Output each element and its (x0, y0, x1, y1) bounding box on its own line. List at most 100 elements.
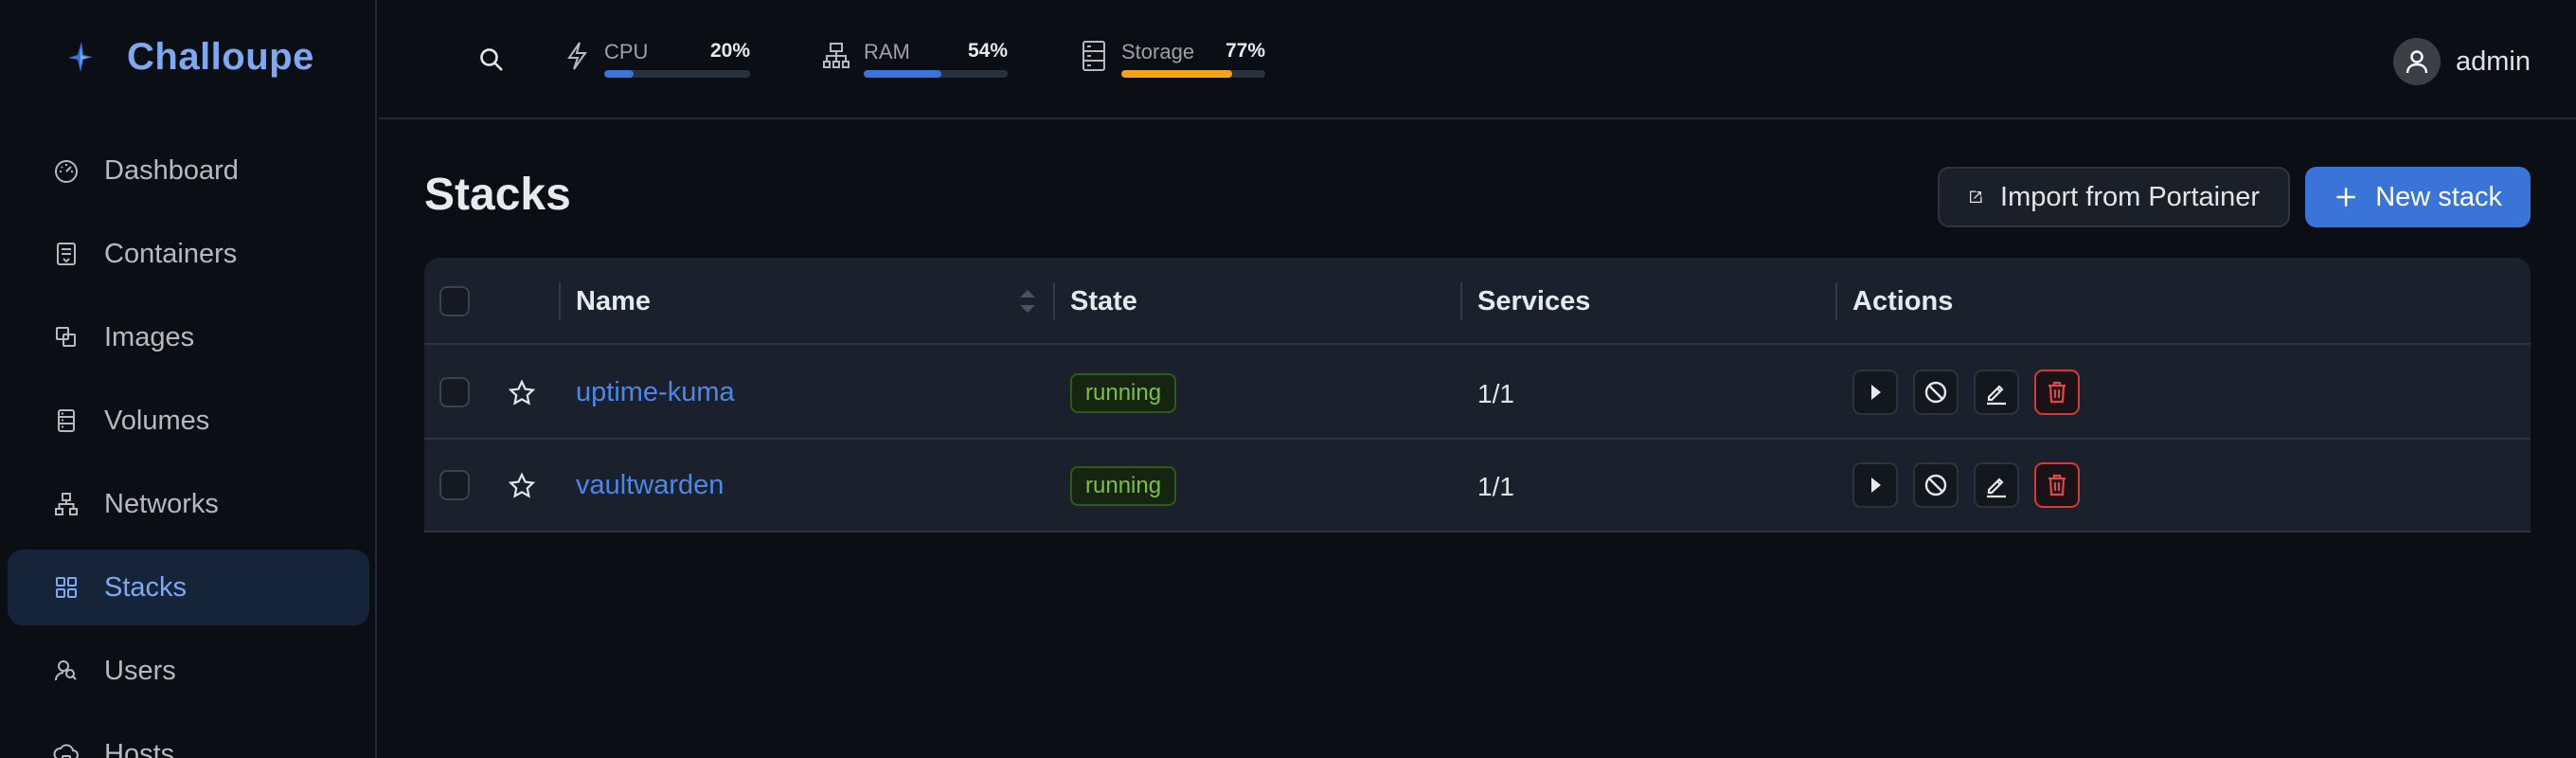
storage-progress-bar (1121, 70, 1265, 78)
sidebar-item-networks[interactable]: Networks (8, 466, 369, 542)
column-header-services: Services (1477, 286, 1591, 316)
sidebar-item-label: Networks (104, 488, 219, 519)
plus-icon (2336, 188, 2355, 207)
progress-fill (1121, 70, 1233, 78)
table-header: Name State Services Actions (424, 258, 2531, 345)
edit-button[interactable] (1974, 462, 2019, 508)
sidebar-item-hosts[interactable]: Hosts (8, 716, 369, 758)
services-count: 1/1 (1477, 472, 1514, 501)
storage-icon (1078, 38, 1110, 74)
sidebar-item-dashboard[interactable]: Dashboard (8, 133, 369, 208)
network-icon (51, 489, 81, 519)
column-header-actions: Actions (1852, 286, 1954, 316)
sidebar-item-label: Images (104, 321, 195, 352)
grid-icon (51, 572, 81, 603)
import-portainer-button[interactable]: Import from Portainer (1938, 167, 2290, 227)
star-icon[interactable] (508, 472, 536, 500)
row-checkbox[interactable] (439, 470, 470, 500)
column-divider (1835, 282, 1837, 320)
sidebar-item-label: Containers (104, 238, 238, 269)
column-divider (1053, 282, 1055, 320)
ban-icon (1924, 474, 1947, 496)
sidebar-item-label: Dashboard (104, 154, 239, 186)
storage-metric: Storage 77% (1078, 36, 1265, 83)
sidebar-item-label: Hosts (104, 738, 175, 758)
play-icon (1871, 478, 1881, 493)
stack-name-link[interactable]: uptime-kuma (576, 377, 735, 408)
metric-value: 20% (709, 40, 750, 62)
sidebar-item-label: Volumes (104, 405, 210, 436)
bolt-icon (561, 38, 593, 74)
app-name: Challoupe (127, 35, 314, 78)
import-button-label: Import from Portainer (2000, 181, 2260, 212)
column-header-name[interactable]: Name (576, 286, 651, 317)
edit-icon (1987, 478, 2006, 498)
volume-icon (51, 406, 81, 436)
new-stack-button-label: New stack (2375, 181, 2502, 212)
stop-button[interactable] (1913, 462, 1959, 508)
brand[interactable]: Challoupe (61, 34, 314, 80)
table-row: vaultwarden running 1/1 (424, 440, 2531, 532)
sidebar-item-users[interactable]: Users (8, 633, 369, 709)
sidebar-item-containers[interactable]: Containers (8, 216, 369, 292)
metric-label: RAM (864, 40, 910, 63)
metric-label: Storage (1121, 40, 1195, 63)
column-divider (559, 282, 561, 320)
trash-icon (2048, 381, 2066, 404)
start-button[interactable] (1852, 370, 1898, 415)
stop-button[interactable] (1913, 370, 1959, 415)
hosts-icon (51, 739, 81, 758)
metric-label: CPU (604, 40, 649, 63)
memory-icon (820, 38, 852, 74)
metric-value: 77% (1225, 40, 1265, 62)
ram-progress-bar (864, 70, 1008, 78)
sidebar-item-stacks[interactable]: Stacks (8, 550, 369, 625)
star-icon[interactable] (508, 379, 536, 407)
users-icon (51, 656, 81, 686)
gauge-icon (51, 155, 81, 186)
sidebar-item-images[interactable]: Images (8, 299, 369, 375)
ram-metric: RAM 54% (820, 36, 1008, 83)
container-icon (51, 239, 81, 269)
delete-button[interactable] (2034, 370, 2080, 415)
progress-fill (604, 70, 634, 78)
delete-button[interactable] (2034, 462, 2080, 508)
table-row: uptime-kuma running 1/1 (424, 347, 2531, 440)
new-stack-button[interactable]: New stack (2305, 167, 2531, 227)
edit-button[interactable] (1974, 370, 2019, 415)
services-count: 1/1 (1477, 379, 1514, 408)
cpu-progress-bar (604, 70, 750, 78)
search-icon (480, 48, 503, 71)
search-button[interactable] (474, 42, 510, 78)
cpu-metric: CPU 20% (561, 36, 750, 83)
user-icon (2406, 50, 2428, 74)
edit-icon (1987, 385, 2006, 406)
import-icon (1970, 190, 1982, 203)
user-name: admin (2456, 45, 2531, 77)
select-all-checkbox[interactable] (439, 286, 470, 316)
page-title: Stacks (424, 170, 571, 220)
trash-icon (2048, 474, 2066, 496)
sidebar: Challoupe Dashboard Containers Images Vo… (0, 0, 377, 758)
column-header-state: State (1070, 286, 1137, 316)
metric-value: 54% (967, 40, 1008, 62)
sort-icon[interactable] (1017, 286, 1038, 316)
column-divider (1460, 282, 1462, 320)
sidebar-item-label: Users (104, 655, 176, 686)
row-checkbox[interactable] (439, 377, 470, 407)
avatar (2393, 38, 2441, 85)
top-bar: CPU 20% RAM 54% Storage 77% admin (379, 0, 2576, 119)
sparkle-logo-icon (61, 38, 98, 76)
play-icon (1871, 385, 1881, 400)
sidebar-item-volumes[interactable]: Volumes (8, 383, 369, 459)
start-button[interactable] (1852, 462, 1898, 508)
user-menu[interactable]: admin (2393, 36, 2531, 87)
ban-icon (1924, 381, 1947, 404)
status-badge: running (1070, 466, 1177, 506)
stack-name-link[interactable]: vaultwarden (576, 470, 724, 501)
sidebar-item-label: Stacks (104, 571, 188, 603)
images-icon (51, 322, 81, 352)
status-badge: running (1070, 373, 1177, 413)
progress-fill (864, 70, 942, 78)
stacks-table: Name State Services Actions uptime-kuma … (424, 258, 2531, 532)
